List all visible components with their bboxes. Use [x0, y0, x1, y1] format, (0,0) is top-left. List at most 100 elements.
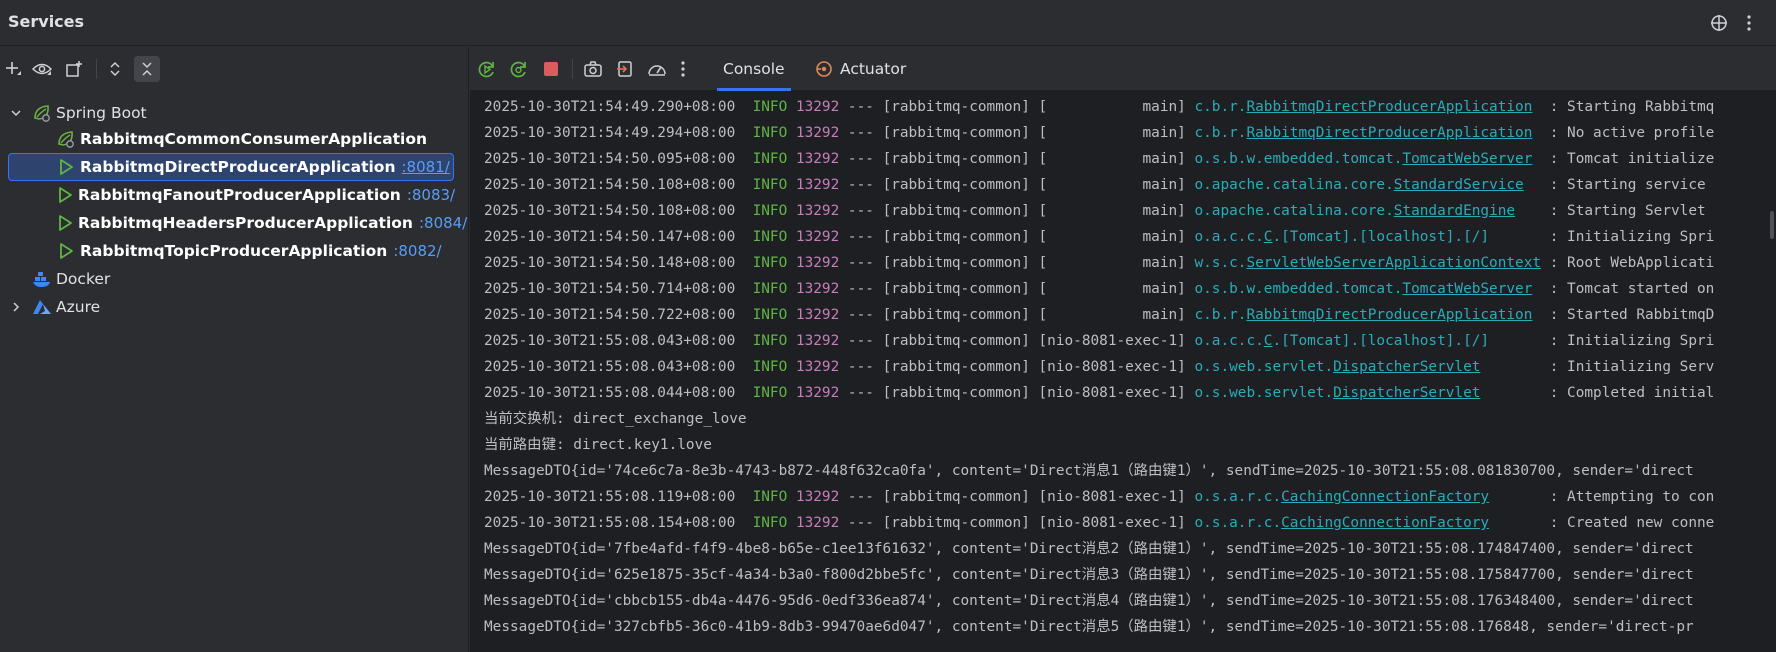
log-logger[interactable]: o.s.b.w.embedded.tomcat.TomcatWebServer	[1194, 151, 1532, 167]
log-line: 2025-10-30T21:54:50.714+08:00 INFO 13292…	[484, 276, 1714, 302]
logger-prefix: o.s.a.r.c.	[1194, 515, 1282, 531]
tree-label-spring-boot: Spring Boot	[56, 104, 147, 122]
profiler-gauge-icon[interactable]	[644, 56, 670, 82]
camera-icon[interactable]	[580, 56, 606, 82]
log-logger[interactable]: o.s.web.servlet.DispatcherServlet	[1194, 385, 1480, 401]
log-line: 2025-10-30T21:54:50.108+08:00 INFO 13292…	[484, 172, 1706, 198]
spring-boot-icon	[56, 129, 76, 149]
add-icon[interactable]	[0, 56, 26, 82]
chevron-down-icon[interactable]	[8, 105, 24, 121]
log-line: 2025-10-30T21:55:08.154+08:00 INFO 13292…	[484, 510, 1714, 536]
tree-node-azure[interactable]: Azure	[8, 293, 454, 321]
logger-prefix: w.s.c.	[1194, 255, 1247, 271]
log-line: 2025-10-30T21:54:50.108+08:00 INFO 13292…	[484, 198, 1706, 224]
log-logger[interactable]: c.b.r.RabbitmqDirectProducerApplication	[1194, 125, 1532, 141]
tree-app-topic-producer[interactable]: RabbitmqTopicProducerApplication :8082/	[56, 237, 454, 265]
log-pid: 13292	[795, 281, 840, 297]
logger-class-link: TomcatWebServer	[1402, 281, 1533, 297]
app-port-link[interactable]: :8084/	[419, 214, 467, 232]
app-port-link[interactable]: :8081/	[401, 158, 449, 176]
log-thread: --- [rabbitmq-common] [ main]	[839, 307, 1195, 323]
log-thread: --- [rabbitmq-common] [nio-8081-exec-1]	[839, 515, 1195, 531]
rerun-icon[interactable]	[474, 56, 500, 82]
log-message: : Tomcat started on	[1532, 281, 1715, 297]
app-name: RabbitmqFanoutProducerApplication	[78, 186, 401, 204]
collapse-all-icon[interactable]	[134, 56, 160, 82]
logger-class-link: RabbitmqDirectProducerApplication	[1246, 307, 1533, 323]
log-thread: --- [rabbitmq-common] [nio-8081-exec-1]	[839, 385, 1195, 401]
tree-app-fanout-producer[interactable]: RabbitmqFanoutProducerApplication :8083/	[56, 181, 455, 209]
logger-prefix: c.b.r.	[1194, 307, 1247, 323]
app-name: RabbitmqDirectProducerApplication	[80, 158, 396, 176]
log-line: 2025-10-30T21:55:08.043+08:00 INFO 13292…	[484, 328, 1714, 354]
log-logger[interactable]: o.s.web.servlet.DispatcherServlet	[1194, 359, 1480, 375]
docker-icon	[32, 269, 52, 289]
expand-all-icon[interactable]	[102, 56, 128, 82]
log-logger[interactable]: o.s.b.w.embedded.tomcat.TomcatWebServer	[1194, 281, 1532, 297]
log-thread: --- [rabbitmq-common] [ main]	[839, 229, 1195, 245]
tree-node-docker[interactable]: Docker	[32, 265, 454, 293]
log-thread: --- [rabbitmq-common] [ main]	[839, 151, 1195, 167]
tree-app-headers-producer[interactable]: RabbitmqHeadersProducerApplication :8084…	[56, 209, 467, 237]
tree-node-spring-boot[interactable]: Spring Boot	[8, 99, 454, 127]
stdout-line: MessageDTO{id='7fbe4afd-f4f9-4be8-b65e-c…	[484, 541, 1694, 557]
log-message: : No active profile	[1532, 125, 1715, 141]
log-thread: --- [rabbitmq-common] [nio-8081-exec-1]	[839, 489, 1195, 505]
crosshair-icon[interactable]	[1706, 10, 1732, 36]
tree-app-common-consumer[interactable]: RabbitmqCommonConsumerApplication	[56, 125, 454, 153]
log-message: : Starting service	[1523, 177, 1706, 193]
log-level: INFO	[752, 333, 788, 349]
tab-console[interactable]: Console	[717, 47, 791, 91]
more-options-icon[interactable]	[1736, 10, 1762, 36]
log-message: : Created new conne	[1489, 515, 1715, 531]
tab-console-label: Console	[723, 60, 785, 78]
log-pid: 13292	[795, 385, 840, 401]
log-logger[interactable]: o.apache.catalina.core.StandardEngine	[1194, 203, 1515, 219]
new-group-icon[interactable]	[61, 56, 87, 82]
console-output[interactable]: 2025-10-30T21:54:49.290+08:00 INFO 13292…	[470, 91, 1776, 652]
app-name: RabbitmqCommonConsumerApplication	[80, 130, 428, 148]
log-logger[interactable]: c.b.r.RabbitmqDirectProducerApplication	[1194, 99, 1532, 115]
log-timestamp: 2025-10-30T21:54:50.108+08:00	[484, 177, 736, 193]
log-thread: --- [rabbitmq-common] [ main]	[839, 255, 1195, 271]
logger-prefix: c.b.r.	[1194, 99, 1247, 115]
log-logger[interactable]: c.b.r.RabbitmqDirectProducerApplication	[1194, 307, 1532, 323]
log-logger[interactable]: o.s.a.r.c.CachingConnectionFactory	[1194, 515, 1489, 531]
app-port-link[interactable]: :8082/	[393, 242, 441, 260]
app-name: RabbitmqHeadersProducerApplication	[78, 214, 413, 232]
log-pid: 13292	[795, 177, 840, 193]
log-thread: --- [rabbitmq-common] [nio-8081-exec-1]	[839, 359, 1195, 375]
log-logger[interactable]: o.s.a.r.c.CachingConnectionFactory	[1194, 489, 1489, 505]
log-line: 2025-10-30T21:54:50.148+08:00 INFO 13292…	[484, 250, 1714, 276]
log-level: INFO	[752, 125, 788, 141]
log-message: : Initializing Serv	[1480, 359, 1715, 375]
tab-actuator-label: Actuator	[840, 60, 907, 78]
log-message: : Completed initial	[1480, 385, 1715, 401]
log-pid: 13292	[795, 203, 840, 219]
tree-app-direct-producer[interactable]: RabbitmqDirectProducerApplication :8081/	[8, 153, 454, 181]
log-logger[interactable]: o.a.c.c.C.[Tomcat].[localhost].[/]	[1194, 333, 1489, 349]
log-logger[interactable]: o.apache.catalina.core.StandardService	[1194, 177, 1523, 193]
log-logger[interactable]: w.s.c.ServletWebServerApplicationContext	[1194, 255, 1541, 271]
log-logger[interactable]: o.a.c.c.C.[Tomcat].[localhost].[/]	[1194, 229, 1489, 245]
app-port-link[interactable]: :8083/	[407, 186, 455, 204]
stop-icon[interactable]	[538, 56, 564, 82]
log-level: INFO	[752, 281, 788, 297]
logger-class-link: ServletWebServerApplicationContext	[1246, 255, 1542, 271]
eye-icon[interactable]	[29, 56, 55, 82]
exit-icon[interactable]	[612, 56, 638, 82]
scrollbar-thumb[interactable]	[1770, 211, 1774, 239]
logger-prefix: c.b.r.	[1194, 125, 1247, 141]
log-thread: --- [rabbitmq-common] [nio-8081-exec-1]	[839, 333, 1195, 349]
logger-class-link: StandardService	[1393, 177, 1524, 193]
log-level: INFO	[752, 203, 788, 219]
tab-actuator[interactable]: Actuator	[814, 47, 906, 91]
log-thread: --- [rabbitmq-common] [ main]	[839, 177, 1195, 193]
more-options-icon[interactable]	[670, 56, 696, 82]
log-line: 2025-10-30T21:55:08.043+08:00 INFO 13292…	[484, 354, 1714, 380]
chevron-right-icon[interactable]	[8, 299, 24, 315]
console-scrollbar[interactable]	[1766, 91, 1776, 652]
log-line: 2025-10-30T21:54:50.095+08:00 INFO 13292…	[484, 146, 1714, 172]
rerun-debug-icon[interactable]	[506, 56, 532, 82]
logger-class-link: RabbitmqDirectProducerApplication	[1246, 99, 1533, 115]
